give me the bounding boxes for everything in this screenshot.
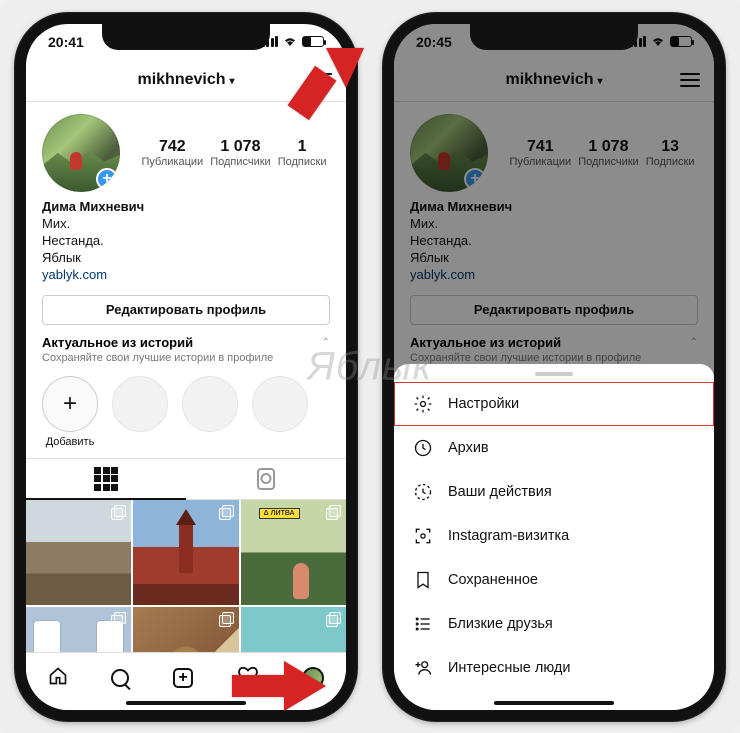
tab-grid[interactable] [26, 459, 186, 499]
nav-home[interactable] [48, 666, 68, 691]
carousel-icon [220, 612, 234, 626]
photo-cell[interactable] [26, 500, 131, 605]
menu-item-label: Ваши действия [448, 484, 552, 500]
tab-tagged[interactable] [186, 459, 346, 499]
bio-block: Дима Михневич Мих. Нестанда. Яблык yably… [26, 198, 346, 291]
notch [470, 24, 638, 50]
menu-item-nametag[interactable]: Instagram-визитка [394, 514, 714, 558]
add-story-badge[interactable]: + [96, 168, 118, 190]
chevron-up-icon: ⌃ [322, 337, 330, 348]
stat-following[interactable]: 1 Подписки [278, 138, 327, 168]
photo-cell[interactable] [241, 607, 346, 652]
photo-cell[interactable] [133, 500, 238, 605]
chevron-down-icon: ▾ [230, 76, 235, 87]
menu-item-label: Instagram-визитка [448, 528, 569, 544]
menu-item-archive[interactable]: Архив [394, 426, 714, 470]
menu-item-close-friends[interactable]: Близкие друзья [394, 602, 714, 646]
stat-followers[interactable]: 1 078 Подписчики [210, 138, 271, 168]
edit-profile-button[interactable]: Редактировать профиль [42, 295, 330, 325]
screen-right: 20:45 mikhnevich▾ + [394, 24, 714, 710]
carousel-icon [327, 505, 341, 519]
highlight-placeholder [252, 376, 308, 432]
stat-posts[interactable]: 742 Публикации [142, 138, 204, 168]
tagged-icon [257, 468, 275, 490]
username-switcher[interactable]: mikhnevich▾ [137, 71, 234, 89]
annotation-arrow-top [276, 40, 366, 135]
photo-cell[interactable] [26, 607, 131, 652]
photo-grid: Δ ЛИТВА [26, 500, 346, 652]
highlight-placeholder [182, 376, 238, 432]
highlights-header[interactable]: Актуальное из историй ⌃ [26, 335, 346, 350]
menu-item-label: Интересные люди [448, 660, 570, 676]
bio-line: Мих. [42, 215, 330, 232]
bio-line: Нестанда. [42, 232, 330, 249]
phone-left: 20:41 mikhnevich▾ + [14, 12, 358, 722]
bio-link[interactable]: yablyk.com [42, 266, 330, 283]
carousel-icon [327, 612, 341, 626]
profile-tabs [26, 458, 346, 500]
menu-item-label: Близкие друзья [448, 616, 553, 632]
clock-icon [412, 437, 434, 459]
highlights-subtitle: Сохраняйте свои лучшие истории в профиле [26, 350, 346, 372]
menu-item-label: Архив [448, 440, 489, 456]
menu-bottom-sheet: Настройки Архив Ваши действия Instagram-… [394, 364, 714, 710]
menu-item-label: Настройки [448, 396, 519, 412]
add-person-icon [412, 657, 434, 679]
highlights-title: Актуальное из историй [42, 335, 193, 350]
carousel-icon [220, 505, 234, 519]
highlight-placeholder [112, 376, 168, 432]
highlight-add[interactable]: + Добавить [42, 376, 98, 448]
grid-icon [94, 467, 118, 491]
comparison-canvas: Яблык 20:41 mikhnevich▾ [0, 0, 740, 733]
nav-add-post[interactable]: + [173, 668, 193, 688]
highlights-row: + Добавить [26, 372, 346, 450]
bio-name: Дима Михневич [42, 198, 330, 215]
gear-icon [412, 393, 434, 415]
bio-line: Яблык [42, 249, 330, 266]
menu-item-discover[interactable]: Интересные люди [394, 646, 714, 690]
sheet-grab-handle[interactable] [535, 372, 573, 376]
carousel-icon [112, 612, 126, 626]
bookmark-icon [412, 569, 434, 591]
plus-icon: + [42, 376, 98, 432]
avatar[interactable]: + [42, 114, 120, 192]
home-indicator[interactable] [494, 701, 614, 705]
status-time: 20:41 [48, 34, 84, 50]
menu-item-settings[interactable]: Настройки [394, 382, 714, 426]
list-icon [412, 613, 434, 635]
photo-cell[interactable]: Δ ЛИТВА [241, 500, 346, 605]
highlight-add-label: Добавить [42, 436, 98, 448]
nametag-icon [412, 525, 434, 547]
phone-right: 20:45 mikhnevich▾ + [382, 12, 726, 722]
carousel-icon [112, 505, 126, 519]
nav-search[interactable] [111, 669, 129, 687]
menu-item-label: Сохраненное [448, 572, 538, 588]
photo-cell[interactable] [133, 607, 238, 652]
activity-icon [412, 481, 434, 503]
notch [102, 24, 270, 50]
menu-item-saved[interactable]: Сохраненное [394, 558, 714, 602]
menu-item-activity[interactable]: Ваши действия [394, 470, 714, 514]
annotation-arrow-bottom [228, 655, 328, 720]
